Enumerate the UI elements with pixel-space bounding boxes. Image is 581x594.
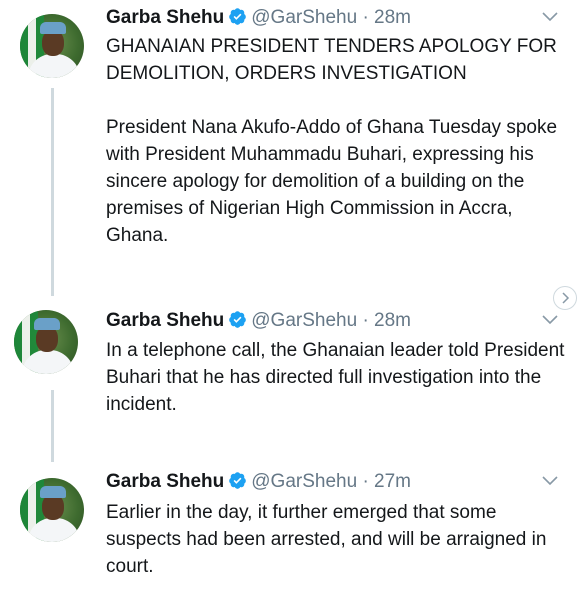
chevron-down-icon[interactable] bbox=[541, 313, 559, 331]
timestamp[interactable]: 28m bbox=[374, 7, 411, 28]
tweet-paragraph: GHANAIAN PRESIDENT TENDERS APOLOGY FOR D… bbox=[106, 36, 557, 84]
tweet-paragraph: President Nana Akufo-Addo of Ghana Tuesd… bbox=[106, 117, 558, 246]
tweet-paragraph: In a telephone call, the Ghanaian leader… bbox=[106, 340, 565, 415]
tweet-thread: Garba Shehu @GarShehu · 28m GHANAIAN PRES… bbox=[0, 0, 581, 594]
separator-dot: · bbox=[362, 7, 369, 28]
avatar[interactable] bbox=[14, 310, 78, 374]
handle[interactable]: @GarShehu bbox=[251, 310, 357, 331]
avatar[interactable] bbox=[20, 478, 84, 542]
tweet[interactable]: Garba Shehu @GarShehu · 28m In a telephon… bbox=[0, 296, 581, 436]
display-name[interactable]: Garba Shehu bbox=[106, 471, 224, 492]
verified-badge-icon bbox=[228, 471, 247, 497]
tweet-header: Garba Shehu @GarShehu · 28m bbox=[106, 6, 411, 33]
chevron-down-icon[interactable] bbox=[541, 474, 559, 492]
handle[interactable]: @GarShehu bbox=[251, 7, 357, 28]
tweet-text: In a telephone call, the Ghanaian leader… bbox=[106, 337, 566, 418]
verified-badge-icon bbox=[228, 7, 247, 33]
timestamp[interactable]: 27m bbox=[374, 471, 411, 492]
tweet[interactable]: Garba Shehu @GarShehu · 28m GHANAIAN PRES… bbox=[0, 0, 581, 290]
display-name[interactable]: Garba Shehu bbox=[106, 7, 224, 28]
tweet-header: Garba Shehu @GarShehu · 28m bbox=[106, 309, 411, 336]
tweet-header: Garba Shehu @GarShehu · 27m bbox=[106, 470, 411, 497]
handle[interactable]: @GarShehu bbox=[251, 471, 357, 492]
verified-badge-icon bbox=[228, 310, 247, 336]
separator-dot: · bbox=[362, 471, 369, 492]
tweet[interactable]: Garba Shehu @GarShehu · 27m Earlier in th… bbox=[0, 462, 581, 594]
display-name[interactable]: Garba Shehu bbox=[106, 310, 224, 331]
tweet-paragraph: Earlier in the day, it further emerged t… bbox=[106, 502, 547, 577]
tweet-text: Earlier in the day, it further emerged t… bbox=[106, 499, 566, 580]
chevron-down-icon[interactable] bbox=[541, 10, 559, 28]
tweet-text: GHANAIAN PRESIDENT TENDERS APOLOGY FOR D… bbox=[106, 33, 566, 249]
separator-dot: · bbox=[362, 310, 369, 331]
timestamp[interactable]: 28m bbox=[374, 310, 411, 331]
avatar[interactable] bbox=[20, 14, 84, 78]
